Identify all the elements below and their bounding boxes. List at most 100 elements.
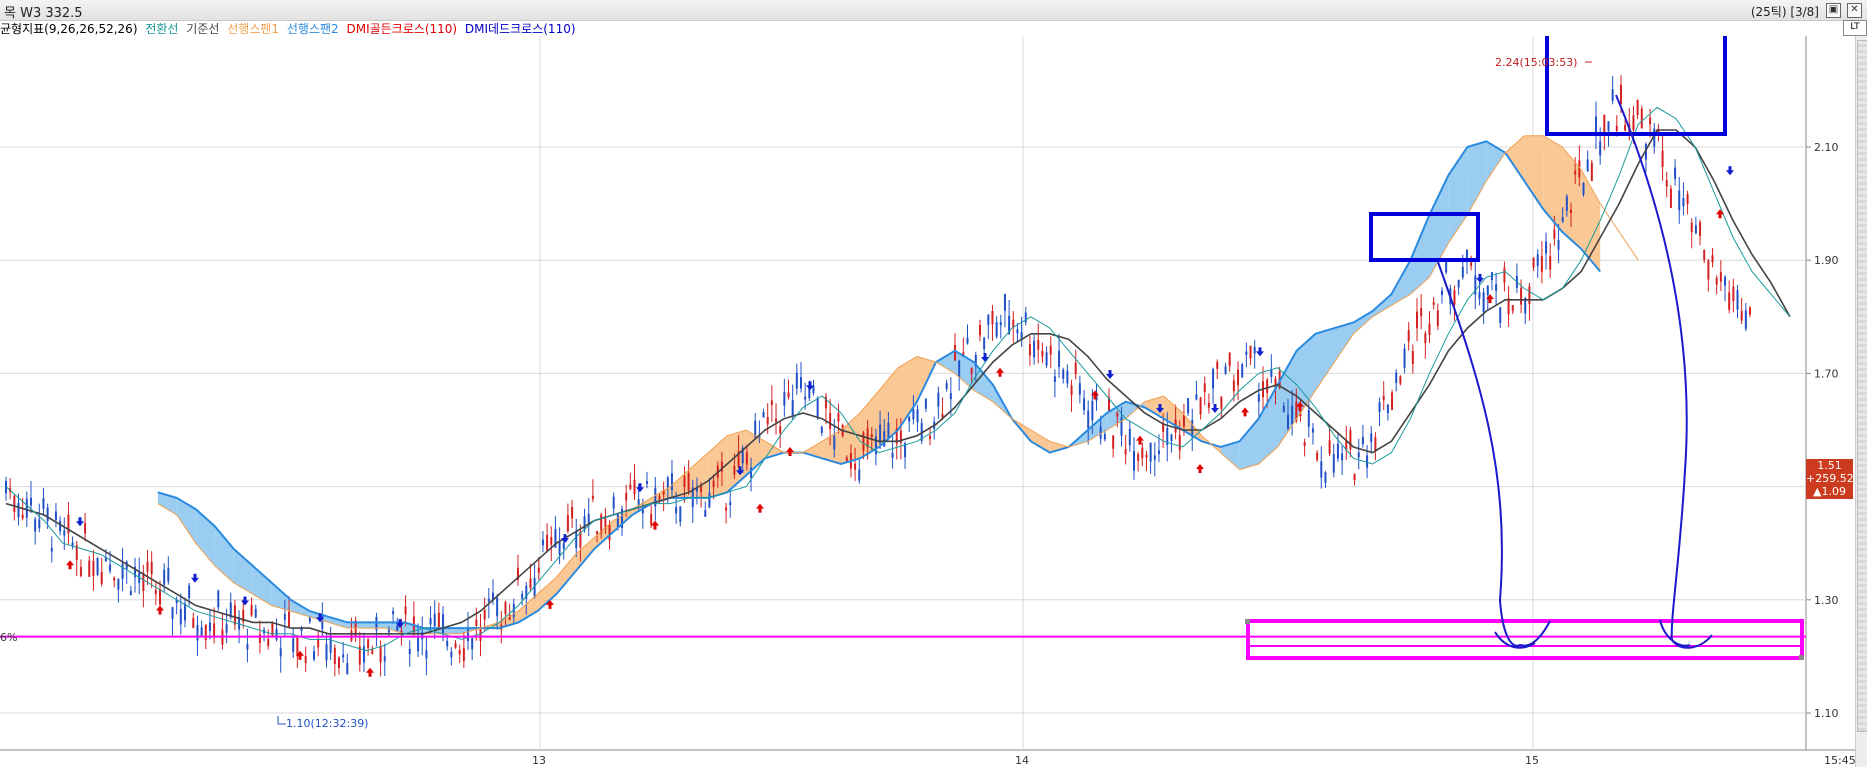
- candle-body: [200, 627, 203, 637]
- candle-body: [121, 563, 124, 579]
- legend-span2[interactable]: 선행스팬2: [287, 22, 339, 36]
- candle-body: [446, 641, 449, 647]
- candle-body: [1640, 108, 1643, 129]
- candle-body: [292, 638, 295, 652]
- chart-area[interactable]: 1.101.301.501.701.902.1013141515:452.24(…: [0, 36, 1855, 767]
- candle-body: [325, 644, 328, 661]
- candle-body: [571, 507, 574, 519]
- candle-body: [100, 572, 103, 584]
- candle-body: [429, 618, 432, 625]
- candle-body: [246, 644, 249, 650]
- candle-body: [1141, 447, 1144, 459]
- low-price-label: 1.10(12:32:39): [286, 717, 368, 730]
- candle-body: [1661, 150, 1664, 167]
- legend-ichimoku[interactable]: 균형지표(9,26,26,52,26): [0, 22, 138, 36]
- candle-body: [708, 492, 711, 508]
- vertical-scrollbar[interactable]: [1855, 20, 1867, 767]
- candle-body: [575, 530, 578, 548]
- candle-body: [562, 543, 565, 549]
- candle-body: [1045, 352, 1048, 366]
- candle-body: [317, 639, 320, 648]
- candle-body: [999, 322, 1002, 326]
- candle-body: [978, 324, 981, 336]
- legend-kijun[interactable]: 기준선: [186, 22, 219, 36]
- candle-body: [179, 608, 182, 625]
- candle-body: [1499, 307, 1502, 324]
- candle-body: [862, 432, 865, 452]
- indicator-legend: 균형지표(9,26,26,52,26) 전환선 기준선 선행스팬1 선행스팬2 …: [0, 20, 580, 36]
- candle-body: [1128, 428, 1131, 446]
- candle-body: [1132, 450, 1135, 471]
- candle-body: [1187, 398, 1190, 414]
- candle-body: [725, 507, 728, 511]
- candle-body: [845, 457, 848, 462]
- candle-body: [204, 624, 207, 640]
- candle-body: [837, 413, 840, 422]
- candle-body: [529, 578, 532, 589]
- candle-body: [1436, 310, 1439, 327]
- candle-body: [171, 607, 174, 619]
- candle-body: [408, 648, 411, 654]
- candle-body: [1228, 352, 1231, 367]
- candle-body: [650, 514, 653, 525]
- candle-body: [1532, 258, 1535, 268]
- candle-body: [1037, 340, 1040, 350]
- y-tick-label: 1.70: [1814, 367, 1839, 380]
- candle-body: [783, 392, 786, 406]
- candle-body: [129, 590, 132, 595]
- candle-body: [1378, 402, 1381, 413]
- candle-body: [1619, 84, 1622, 104]
- candle-body: [829, 412, 832, 429]
- candle-body: [254, 608, 257, 618]
- candle-body: [1357, 452, 1360, 458]
- legend-dmi-dead[interactable]: DMI데드크로스(110): [465, 22, 576, 36]
- candle-body: [1066, 370, 1069, 384]
- candle-body: [1361, 436, 1364, 444]
- candle-body: [196, 625, 199, 641]
- candle-body: [442, 614, 445, 634]
- candle-body: [250, 604, 253, 616]
- candle-body: [59, 520, 62, 532]
- candle-body: [1328, 440, 1331, 454]
- candle-body: [1349, 430, 1352, 450]
- candle-body: [46, 507, 49, 522]
- candle-body: [1087, 410, 1090, 429]
- candle-body: [791, 399, 794, 417]
- candle-body: [1182, 414, 1185, 427]
- candle-body: [1461, 266, 1464, 278]
- candle-body: [1553, 229, 1556, 239]
- candle-body: [1083, 398, 1086, 411]
- candle-body: [762, 412, 765, 418]
- candle-body: [1416, 311, 1419, 329]
- candle-body: [1728, 292, 1731, 310]
- candle-body: [313, 651, 316, 660]
- candle-body: [425, 650, 428, 659]
- lt-button[interactable]: LT: [1843, 20, 1867, 36]
- restore-icon[interactable]: ▣: [1826, 3, 1841, 18]
- candle-body: [608, 524, 611, 541]
- candle-body: [1495, 284, 1498, 291]
- candle-body: [1636, 100, 1639, 116]
- candle-body: [54, 511, 57, 520]
- scroll-thumb[interactable]: [1857, 40, 1867, 732]
- candle-body: [279, 648, 282, 657]
- candle-body: [1028, 344, 1031, 356]
- candle-body: [587, 513, 590, 524]
- candle-body: [362, 646, 365, 663]
- candle-body: [1112, 435, 1115, 449]
- candle-body: [1207, 402, 1210, 408]
- candle-body: [1024, 312, 1027, 323]
- candle-body: [1116, 412, 1119, 417]
- candle-body: [346, 663, 349, 675]
- legend-dmi-golden[interactable]: DMI골든크로스(110): [346, 22, 457, 36]
- candle-body: [546, 534, 549, 551]
- candle-body: [616, 513, 619, 528]
- candle-body: [645, 481, 648, 484]
- candle-body: [38, 519, 41, 529]
- close-icon[interactable]: ✕: [1847, 3, 1862, 18]
- candle-body: [537, 567, 540, 573]
- legend-tenkan[interactable]: 전환선: [145, 22, 178, 36]
- candle-body: [787, 392, 790, 398]
- price-change: ▲1.09: [1813, 485, 1846, 498]
- legend-span1[interactable]: 선행스팬1: [227, 22, 279, 36]
